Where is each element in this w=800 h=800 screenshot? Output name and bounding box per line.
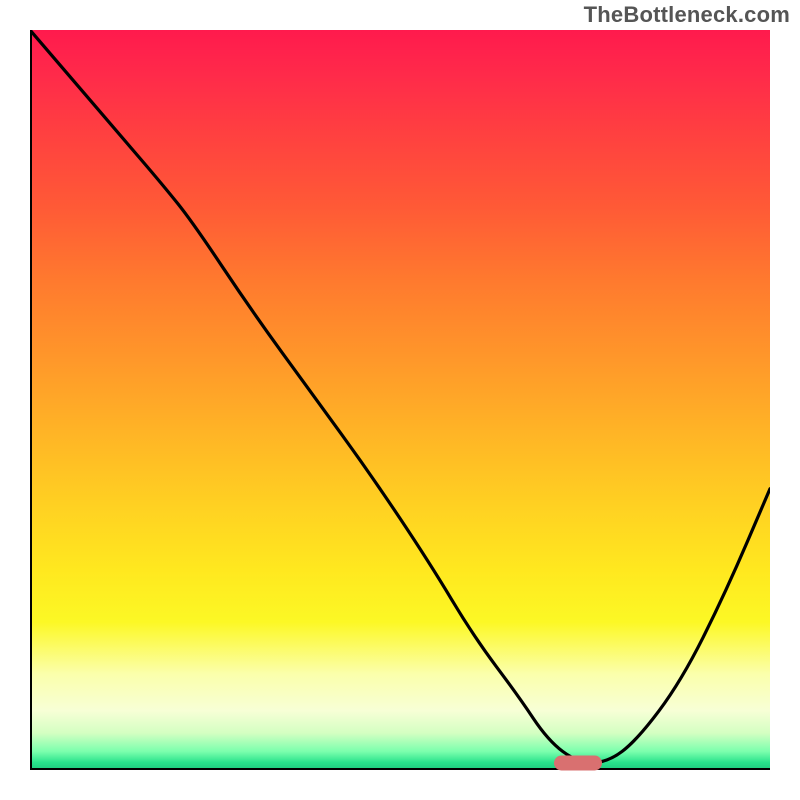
bottleneck-curve xyxy=(30,30,770,763)
curve-svg xyxy=(30,30,770,770)
optimum-marker xyxy=(554,755,602,770)
chart-container: TheBottleneck.com xyxy=(0,0,800,800)
plot-area xyxy=(30,30,770,770)
watermark-text: TheBottleneck.com xyxy=(584,2,790,28)
